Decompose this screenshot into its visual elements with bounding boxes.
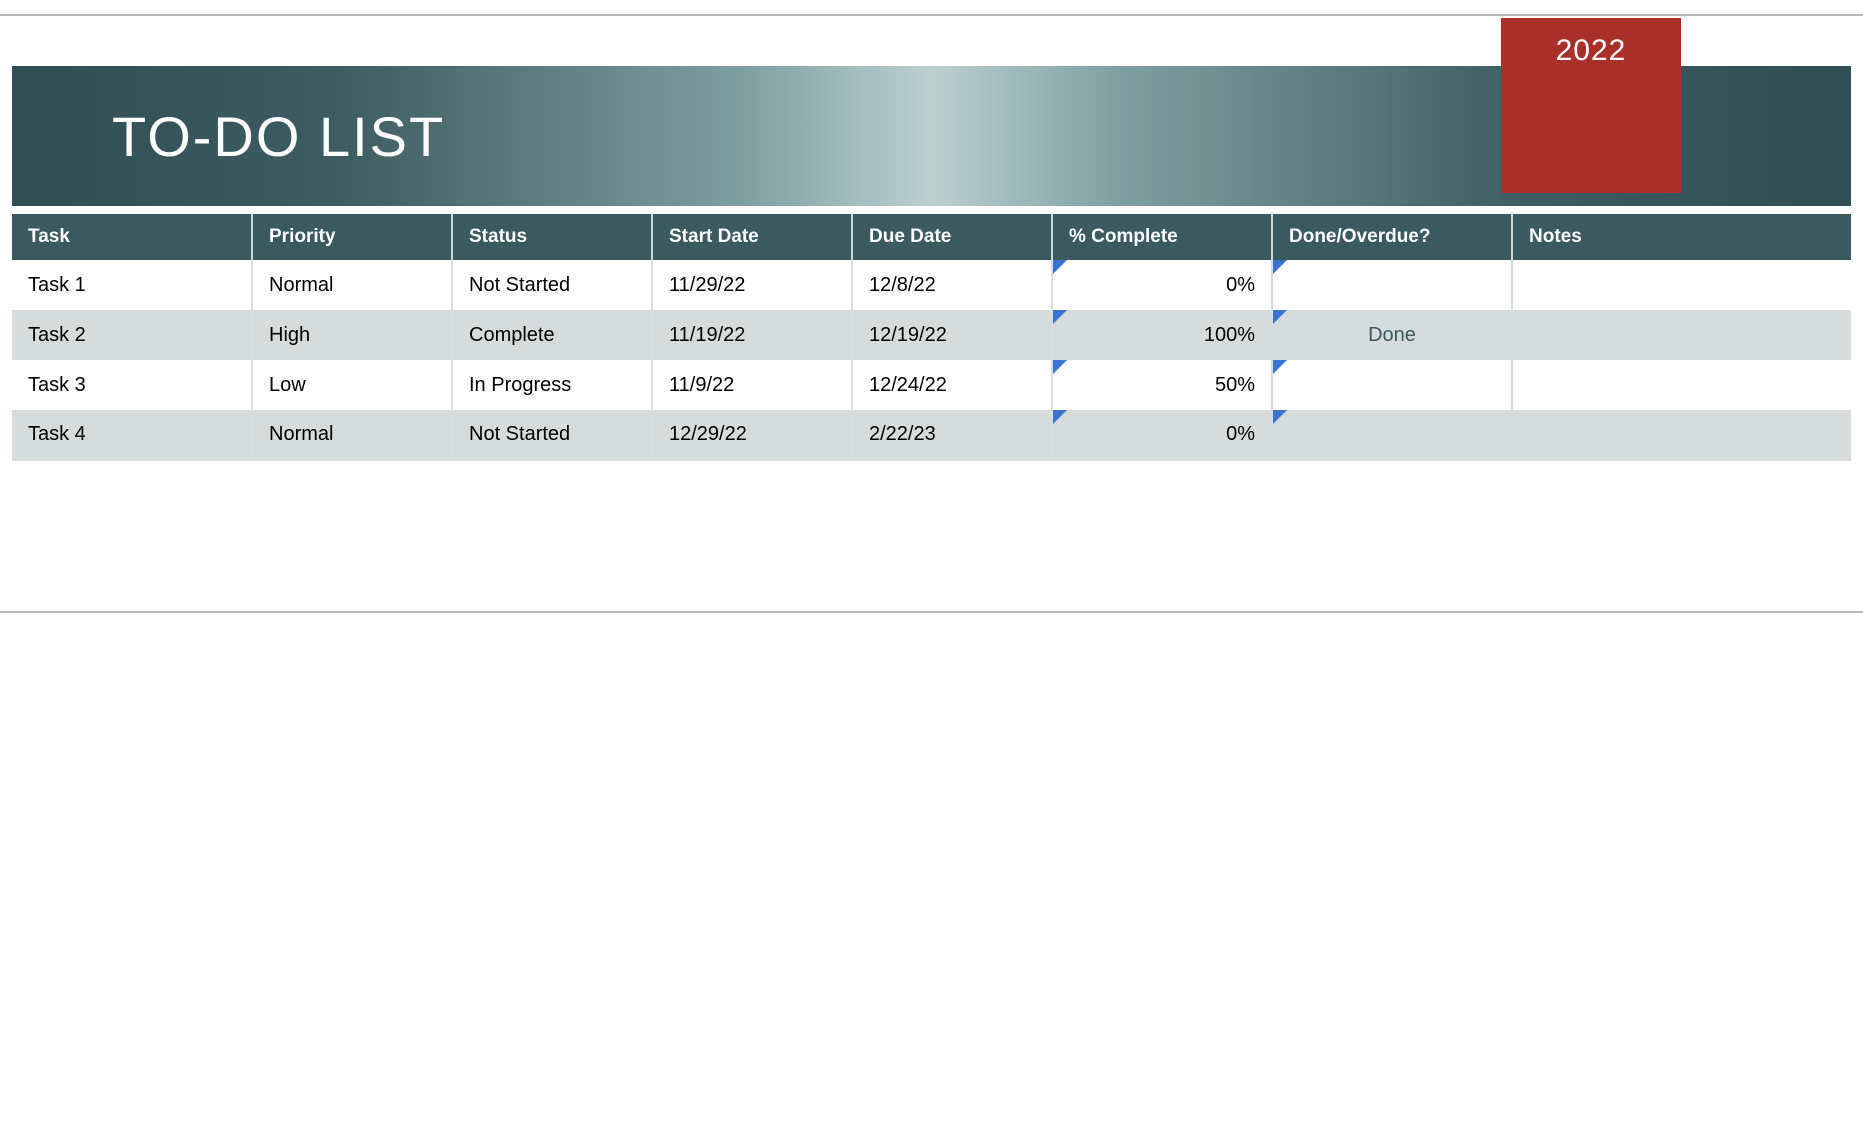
page-title: TO-DO LIST (112, 104, 445, 169)
table-row: Task 2 High Complete 11/19/22 12/19/22 1… (12, 310, 1851, 360)
cell-due[interactable]: 12/19/22 (852, 310, 1052, 360)
cell-priority[interactable]: Normal (252, 260, 452, 310)
table-row: Task 4 Normal Not Started 12/29/22 2/22/… (12, 410, 1851, 460)
col-header-priority[interactable]: Priority (252, 214, 452, 260)
col-header-pct[interactable]: % Complete (1052, 214, 1272, 260)
page: 2022 TO-DO LIST Task Priority Status Sta… (0, 0, 1863, 613)
cell-due[interactable]: 2/22/23 (852, 410, 1052, 460)
cell-done[interactable] (1272, 410, 1512, 460)
cell-notes[interactable] (1512, 310, 1851, 360)
cell-task[interactable]: Task 4 (12, 410, 252, 460)
todo-table-body: Task 1 Normal Not Started 11/29/22 12/8/… (12, 260, 1851, 460)
todo-table-header: Task Priority Status Start Date Due Date… (12, 214, 1851, 260)
cell-pct[interactable]: 0% (1052, 260, 1272, 310)
top-rule (0, 0, 1863, 16)
cell-notes[interactable] (1512, 260, 1851, 310)
cell-notes[interactable] (1512, 410, 1851, 460)
year-badge: 2022 (1501, 18, 1681, 193)
cell-start[interactable]: 12/29/22 (652, 410, 852, 460)
cell-status[interactable]: In Progress (452, 360, 652, 410)
cell-pct[interactable]: 100% (1052, 310, 1272, 360)
col-header-notes[interactable]: Notes (1512, 214, 1851, 260)
col-header-status[interactable]: Status (452, 214, 652, 260)
cell-done[interactable] (1272, 260, 1512, 310)
col-header-due[interactable]: Due Date (852, 214, 1052, 260)
cell-due[interactable]: 12/24/22 (852, 360, 1052, 410)
cell-priority[interactable]: High (252, 310, 452, 360)
cell-start[interactable]: 11/9/22 (652, 360, 852, 410)
cell-done[interactable]: Done (1272, 310, 1512, 360)
col-header-start[interactable]: Start Date (652, 214, 852, 260)
cell-task[interactable]: Task 3 (12, 360, 252, 410)
todo-table: Task Priority Status Start Date Due Date… (12, 214, 1851, 461)
cell-done[interactable] (1272, 360, 1512, 410)
cell-status[interactable]: Not Started (452, 410, 652, 460)
cell-pct[interactable]: 50% (1052, 360, 1272, 410)
col-header-done[interactable]: Done/Overdue? (1272, 214, 1512, 260)
table-row: Task 3 Low In Progress 11/9/22 12/24/22 … (12, 360, 1851, 410)
cell-status[interactable]: Complete (452, 310, 652, 360)
bottom-rule (0, 611, 1863, 613)
cell-priority[interactable]: Normal (252, 410, 452, 460)
cell-task[interactable]: Task 2 (12, 310, 252, 360)
cell-due[interactable]: 12/8/22 (852, 260, 1052, 310)
cell-start[interactable]: 11/29/22 (652, 260, 852, 310)
cell-priority[interactable]: Low (252, 360, 452, 410)
cell-task[interactable]: Task 1 (12, 260, 252, 310)
col-header-task[interactable]: Task (12, 214, 252, 260)
cell-start[interactable]: 11/19/22 (652, 310, 852, 360)
cell-status[interactable]: Not Started (452, 260, 652, 310)
banner: 2022 TO-DO LIST (12, 16, 1851, 196)
cell-pct[interactable]: 0% (1052, 410, 1272, 460)
year-text: 2022 (1556, 34, 1627, 67)
table-row: Task 1 Normal Not Started 11/29/22 12/8/… (12, 260, 1851, 310)
cell-notes[interactable] (1512, 360, 1851, 410)
